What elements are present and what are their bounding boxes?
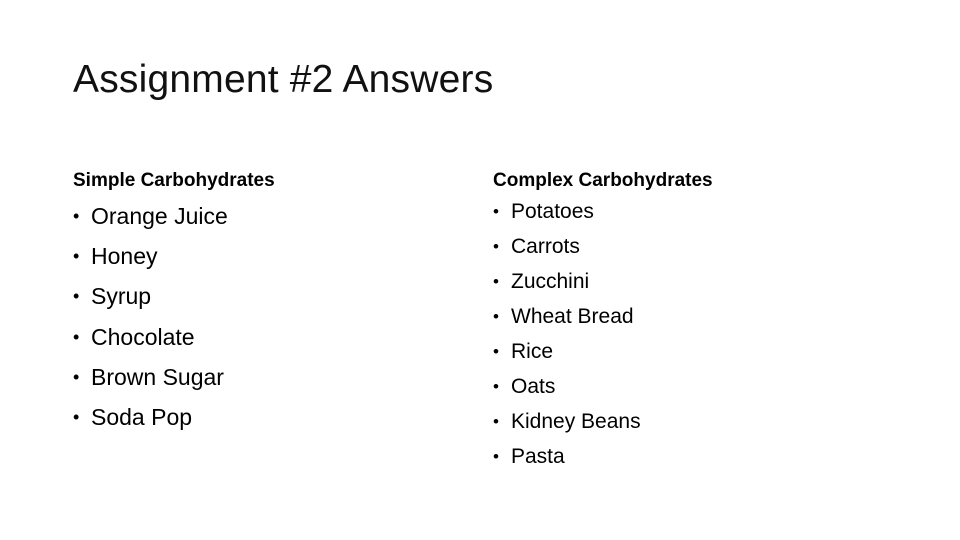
bullet-icon: •	[73, 326, 80, 347]
list-item-label: Orange Juice	[91, 203, 228, 229]
bullet-icon: •	[493, 412, 499, 431]
list-item-label: Rice	[511, 340, 554, 363]
bullet-icon: •	[493, 202, 499, 221]
list-item: • Carrots	[493, 231, 641, 266]
list-item-label: Soda Pop	[91, 403, 193, 430]
list-item-label: Pasta	[511, 445, 565, 468]
bullet-icon: •	[493, 307, 499, 326]
list-item: • Pasta	[493, 441, 641, 476]
bullet-icon: •	[493, 342, 499, 361]
bullet-icon: •	[73, 366, 80, 387]
list-item: • Brown Sugar	[73, 360, 228, 400]
list-item: • Syrup	[73, 279, 228, 319]
list-item: • Orange Juice	[73, 199, 228, 239]
list-item-label: Potatoes	[511, 200, 594, 223]
list-item-label: Wheat Bread	[511, 305, 634, 328]
bullet-icon: •	[493, 272, 499, 291]
list-item: • Kidney Beans	[493, 406, 641, 441]
bullet-icon: •	[73, 406, 80, 427]
bullet-icon: •	[73, 286, 80, 307]
list-item-label: Carrots	[511, 235, 580, 258]
list-item: • Oats	[493, 371, 641, 406]
list-item-label: Kidney Beans	[511, 410, 641, 433]
complex-carbohydrates-list: • Potatoes • Carrots • Zucchini • Wheat Brea…	[493, 196, 641, 476]
list-item: • Rice	[493, 336, 641, 371]
list-item-label: Zucchini	[511, 270, 590, 293]
bullet-icon: •	[493, 237, 499, 256]
list-item: • Soda Pop	[73, 400, 228, 440]
simple-carbohydrates-heading: Simple Carbohydrates	[73, 170, 275, 191]
bullet-icon: •	[73, 246, 80, 267]
list-item-label: Honey	[91, 243, 158, 270]
simple-carbohydrates-list: • Orange Juice • Honey • Syrup • Chocolate •…	[73, 199, 228, 440]
list-item-label: Syrup	[91, 283, 152, 310]
bullet-icon: •	[73, 206, 80, 226]
list-item-label: Brown Sugar	[91, 363, 224, 390]
slide-title: Assignment #2 Answers	[73, 58, 494, 101]
slide: Assignment #2 Answers Simple Carbohydrat…	[0, 0, 960, 540]
list-item: • Honey	[73, 239, 228, 279]
complex-carbohydrates-heading: Complex Carbohydrates	[493, 170, 713, 191]
list-item-label: Oats	[511, 375, 556, 398]
list-item-label: Chocolate	[91, 323, 195, 350]
list-item: • Chocolate	[73, 320, 228, 360]
list-item: • Potatoes	[493, 196, 641, 231]
bullet-icon: •	[493, 447, 499, 466]
list-item: • Zucchini	[493, 266, 641, 301]
bullet-icon: •	[493, 377, 499, 396]
list-item: • Wheat Bread	[493, 301, 641, 336]
